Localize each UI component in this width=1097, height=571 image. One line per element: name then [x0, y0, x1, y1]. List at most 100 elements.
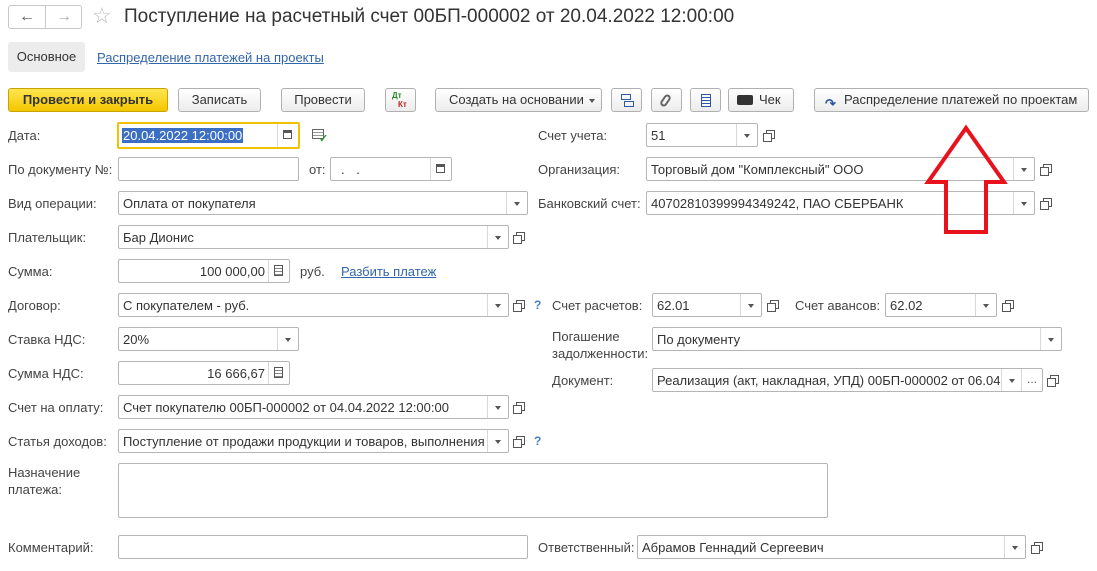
paperclip-icon	[658, 93, 673, 108]
chevron-down-icon[interactable]	[506, 192, 527, 214]
account-field[interactable]: 51	[646, 123, 758, 147]
open-icon[interactable]	[760, 124, 778, 146]
income-item-label: Статья доходов:	[8, 434, 107, 449]
chevron-down-icon[interactable]	[487, 430, 508, 452]
vat-rate-select[interactable]: 20%	[118, 327, 299, 351]
tab-projects[interactable]: Распределение платежей на проекты	[97, 50, 324, 65]
doc-date-field[interactable]: . .	[330, 157, 452, 181]
invoice-label: Счет на оплату:	[8, 400, 104, 415]
calculator-icon[interactable]	[268, 362, 289, 384]
open-icon[interactable]	[999, 294, 1017, 316]
chevron-down-icon[interactable]	[1001, 369, 1022, 391]
chevron-down-icon[interactable]	[487, 226, 508, 248]
split-payment-link[interactable]: Разбить платеж	[341, 264, 436, 279]
document-field[interactable]: Реализация (акт, накладная, УПД) 00БП-00…	[652, 368, 1043, 392]
chevron-down-icon[interactable]	[1013, 158, 1034, 180]
chevron-down-icon[interactable]	[1013, 192, 1034, 214]
post-button[interactable]: Провести	[281, 88, 365, 112]
chevron-down-icon[interactable]	[736, 124, 757, 146]
chevron-down-icon[interactable]	[487, 294, 508, 316]
select-dots-button[interactable]: ...	[1021, 369, 1042, 391]
chevron-down-icon[interactable]	[1004, 536, 1025, 558]
create-based-on-button[interactable]: Создать на основании	[435, 88, 602, 112]
doc-no-label: По документу №:	[8, 162, 113, 177]
annotation-arrow-shape	[924, 124, 1008, 234]
debt-repay-select[interactable]: По документу	[652, 327, 1062, 351]
op-type-label: Вид операции:	[8, 196, 97, 211]
dt-kt-icon: Дт Кт	[392, 91, 407, 109]
document-list-icon	[701, 94, 711, 107]
currency-label: руб.	[300, 264, 325, 279]
doc-no-field[interactable]	[118, 157, 299, 181]
amount-label: Сумма:	[8, 264, 53, 279]
vat-amount-label: Сумма НДС:	[8, 366, 84, 381]
date-field[interactable]: 20.04.2022 12:00:00	[117, 122, 300, 149]
debt-repay-label: Погашение задолженности:	[552, 329, 649, 361]
save-button[interactable]: Записать	[178, 88, 261, 112]
hierarchy-icon	[621, 94, 634, 107]
chevron-down-icon[interactable]	[277, 328, 298, 350]
annotation-arrow-icon	[924, 124, 1008, 234]
document-label: Документ:	[552, 373, 614, 388]
back-button[interactable]: ←	[9, 6, 46, 28]
contract-label: Договор:	[8, 298, 61, 313]
attach-button[interactable]	[651, 88, 682, 112]
responsible-field[interactable]: Абрамов Геннадий Сергеевич	[637, 535, 1026, 559]
open-icon[interactable]	[510, 226, 528, 248]
post-and-close-button[interactable]: Провести и закрыть	[8, 88, 168, 112]
bank-account-label: Банковский счет:	[538, 196, 641, 211]
income-item-field[interactable]: Поступление от продажи продукции и товар…	[118, 429, 509, 453]
contract-help-icon[interactable]: ?	[534, 298, 541, 312]
cash-register-icon	[737, 95, 753, 105]
amount-field[interactable]: 100 000,00	[118, 259, 290, 283]
open-icon[interactable]	[1037, 158, 1055, 180]
page-title: Поступление на расчетный счет 00БП-00000…	[124, 6, 735, 27]
calculator-icon[interactable]	[268, 260, 289, 282]
settle-account-label: Счет расчетов:	[552, 298, 643, 313]
chevron-down-icon[interactable]	[740, 294, 761, 316]
organization-label: Организация:	[538, 162, 621, 177]
contract-field[interactable]: С покупателем - руб.	[118, 293, 509, 317]
account-label: Счет учета:	[538, 128, 608, 143]
forward-button[interactable]: →	[46, 6, 82, 28]
date-value: 20.04.2022 12:00:00	[122, 128, 244, 143]
calendar-icon[interactable]	[277, 124, 298, 147]
invoice-field[interactable]: Счет покупателю 00БП-000002 от 04.04.202…	[118, 395, 509, 419]
open-icon[interactable]	[1037, 192, 1055, 214]
history-check-icon[interactable]: ✓	[312, 129, 328, 145]
open-icon[interactable]	[510, 294, 528, 316]
distribute-payments-button[interactable]: ↷ Распределение платежей по проектам	[814, 88, 1089, 112]
advance-account-label: Счет авансов:	[795, 298, 881, 313]
income-help-icon[interactable]: ?	[534, 434, 541, 448]
report-button[interactable]	[690, 88, 721, 112]
comment-label: Комментарий:	[8, 540, 94, 555]
payer-label: Плательщик:	[8, 230, 87, 245]
vat-amount-field[interactable]: 16 666,67	[118, 361, 290, 385]
tab-main[interactable]: Основное	[8, 42, 85, 72]
chevron-down-icon[interactable]	[975, 294, 996, 316]
chevron-down-icon[interactable]	[1040, 328, 1061, 350]
responsible-label: Ответственный:	[538, 540, 635, 555]
chevron-down-icon[interactable]	[487, 396, 508, 418]
favorite-star-icon[interactable]: ☆	[92, 4, 112, 28]
settle-account-field[interactable]: 62.01	[652, 293, 762, 317]
open-icon[interactable]	[510, 430, 528, 452]
vat-rate-label: Ставка НДС:	[8, 332, 86, 347]
payer-field[interactable]: Бар Дионис	[118, 225, 509, 249]
dt-kt-button[interactable]: Дт Кт	[385, 88, 416, 112]
arrow-redirect-icon: ↷	[825, 96, 836, 111]
comment-field[interactable]	[118, 535, 528, 559]
open-icon[interactable]	[510, 396, 528, 418]
purpose-textarea[interactable]	[118, 463, 828, 518]
nav-buttons: ← →	[8, 5, 82, 29]
structure-button[interactable]	[611, 88, 642, 112]
open-icon[interactable]	[1044, 369, 1062, 391]
date-label: Дата:	[8, 128, 41, 143]
calendar-icon[interactable]	[430, 158, 451, 180]
receipt-button[interactable]: Чек	[728, 88, 794, 112]
purpose-label: Назначение платежа:	[8, 465, 81, 497]
advance-account-field[interactable]: 62.02	[885, 293, 997, 317]
open-icon[interactable]	[1028, 536, 1046, 558]
op-type-select[interactable]: Оплата от покупателя	[118, 191, 528, 215]
open-icon[interactable]	[764, 294, 782, 316]
